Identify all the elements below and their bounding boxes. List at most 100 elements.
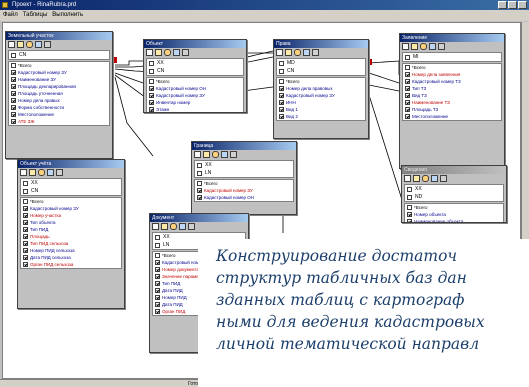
delete-icon[interactable] — [188, 223, 195, 230]
flag-row[interactable]: ND — [405, 193, 503, 201]
field-checkbox[interactable] — [149, 100, 154, 105]
table-window-title[interactable]: Земельный участок — [6, 32, 112, 40]
field-item[interactable]: *Всего — [405, 204, 503, 211]
field-item[interactable]: ИНН — [277, 99, 365, 106]
sort-icon[interactable] — [164, 49, 171, 56]
sort-icon[interactable] — [170, 223, 177, 230]
field-item[interactable]: Дата ПИД сельхоза — [21, 254, 121, 261]
field-checkbox[interactable] — [405, 65, 410, 70]
field-checkbox[interactable] — [405, 93, 410, 98]
field-checkbox[interactable] — [11, 119, 16, 124]
field-item[interactable]: Тип ТЗ — [403, 85, 501, 92]
field-checkbox[interactable] — [11, 91, 16, 96]
field-item[interactable]: Кадастровый номер ЗУ — [9, 69, 109, 76]
title-bar[interactable]: Проект - RinaRubra.prd — [0, 0, 529, 10]
table-window-rights[interactable]: Права MD CN *Всего Номер дела правовых Кадаст… — [273, 39, 369, 139]
field-item[interactable]: Площадь — [21, 233, 121, 240]
field-item[interactable]: Тип ПИД сельхоза — [21, 240, 121, 247]
field-checkbox[interactable] — [23, 206, 28, 211]
field-list[interactable]: *Всего Кадастровый номер ОН Кадастровый но… — [146, 77, 244, 112]
filter-icon[interactable] — [303, 49, 310, 56]
field-checkbox[interactable] — [279, 107, 284, 112]
flag-checkbox[interactable] — [405, 54, 410, 60]
field-checkbox[interactable] — [197, 181, 202, 186]
sort-icon[interactable] — [38, 169, 45, 176]
table-window-title[interactable]: Граница — [192, 142, 296, 150]
field-item[interactable]: *Всего — [147, 78, 243, 85]
maximize-button[interactable] — [508, 1, 517, 9]
field-checkbox[interactable] — [149, 93, 154, 98]
delete-icon[interactable] — [440, 175, 447, 182]
table-icon[interactable] — [152, 223, 159, 230]
field-item[interactable]: Кадастровый номер ОН — [195, 194, 293, 201]
field-checkbox[interactable] — [23, 262, 28, 267]
filter-icon[interactable] — [173, 49, 180, 56]
field-item[interactable]: Вид 1 — [277, 106, 365, 113]
field-item[interactable]: *Всего — [21, 198, 121, 205]
filter-icon[interactable] — [47, 169, 54, 176]
folder-icon[interactable] — [29, 169, 36, 176]
delete-icon[interactable] — [438, 43, 445, 50]
field-checkbox[interactable] — [197, 188, 202, 193]
table-window-title[interactable]: Сведения — [402, 166, 506, 174]
field-item[interactable]: Кадастровый номер ОН — [147, 85, 243, 92]
field-checkbox[interactable] — [197, 195, 202, 200]
field-checkbox[interactable] — [23, 234, 28, 239]
flag-row[interactable]: MI — [403, 53, 501, 61]
table-icon[interactable] — [8, 41, 15, 48]
flag-checkbox[interactable] — [407, 194, 412, 200]
flag-checkbox[interactable] — [23, 188, 28, 194]
field-checkbox[interactable] — [11, 112, 16, 117]
field-item[interactable]: Этажн — [147, 106, 243, 112]
menu-run[interactable]: Выполнить — [52, 10, 83, 21]
field-checkbox[interactable] — [149, 79, 154, 84]
close-button[interactable] — [518, 1, 527, 9]
table-icon[interactable] — [402, 43, 409, 50]
flag-row[interactable]: CN — [21, 187, 121, 195]
table-window-land-plot[interactable]: Земельный участок CN *Всего Кадастровый ном… — [5, 31, 113, 159]
field-checkbox[interactable] — [23, 227, 28, 232]
folder-icon[interactable] — [413, 175, 420, 182]
field-checkbox[interactable] — [407, 205, 412, 210]
field-checkbox[interactable] — [407, 219, 412, 222]
filter-icon[interactable] — [221, 151, 228, 158]
field-checkbox[interactable] — [155, 309, 160, 314]
field-item[interactable]: Наименование объекта — [405, 218, 503, 222]
field-checkbox[interactable] — [279, 86, 284, 91]
field-checkbox[interactable] — [279, 114, 284, 119]
flag-checkbox[interactable] — [149, 68, 154, 74]
field-checkbox[interactable] — [405, 72, 410, 77]
field-item[interactable]: Номер дела заявления — [403, 71, 501, 78]
table-window-info[interactable]: Сведения XX ND *Всего Номер объекта Наименова… — [401, 165, 507, 223]
field-item[interactable]: Наименование ТЗ — [403, 99, 501, 106]
field-checkbox[interactable] — [279, 93, 284, 98]
table-window-title[interactable]: Права — [274, 40, 368, 48]
field-checkbox[interactable] — [279, 79, 284, 84]
field-item[interactable]: Орган ПИД сельхоза — [21, 261, 121, 268]
field-checkbox[interactable] — [11, 70, 16, 75]
field-checkbox[interactable] — [149, 107, 154, 112]
field-item[interactable]: Кадастровый номер ЗУ — [277, 92, 365, 99]
table-icon[interactable] — [20, 169, 27, 176]
table-icon[interactable] — [404, 175, 411, 182]
field-checkbox[interactable] — [155, 295, 160, 300]
field-checkbox[interactable] — [155, 281, 160, 286]
flag-checkbox[interactable] — [279, 60, 284, 66]
folder-icon[interactable] — [203, 151, 210, 158]
field-item[interactable]: Местоположение — [9, 111, 109, 118]
field-checkbox[interactable] — [11, 77, 16, 82]
flag-checkbox[interactable] — [11, 52, 16, 58]
field-item[interactable]: Кадастровый номер ЗУ — [21, 205, 121, 212]
field-list[interactable]: *Всего Кадастровый номер ЗУ Кадастровый но… — [194, 179, 294, 202]
flag-row[interactable]: CN — [147, 67, 243, 75]
field-item[interactable]: Номер дела правых — [9, 97, 109, 104]
field-item[interactable]: Номер дела правовых — [277, 85, 365, 92]
menu-tables[interactable]: Таблицы — [23, 10, 48, 21]
flag-checkbox[interactable] — [155, 234, 160, 240]
sort-icon[interactable] — [26, 41, 33, 48]
field-item[interactable]: Наименование ЗУ — [9, 76, 109, 83]
flag-row[interactable]: CN — [277, 67, 365, 75]
table-window-title[interactable]: Объект учёта — [18, 160, 124, 168]
filter-icon[interactable] — [35, 41, 42, 48]
flag-row[interactable]: XX — [405, 185, 503, 193]
